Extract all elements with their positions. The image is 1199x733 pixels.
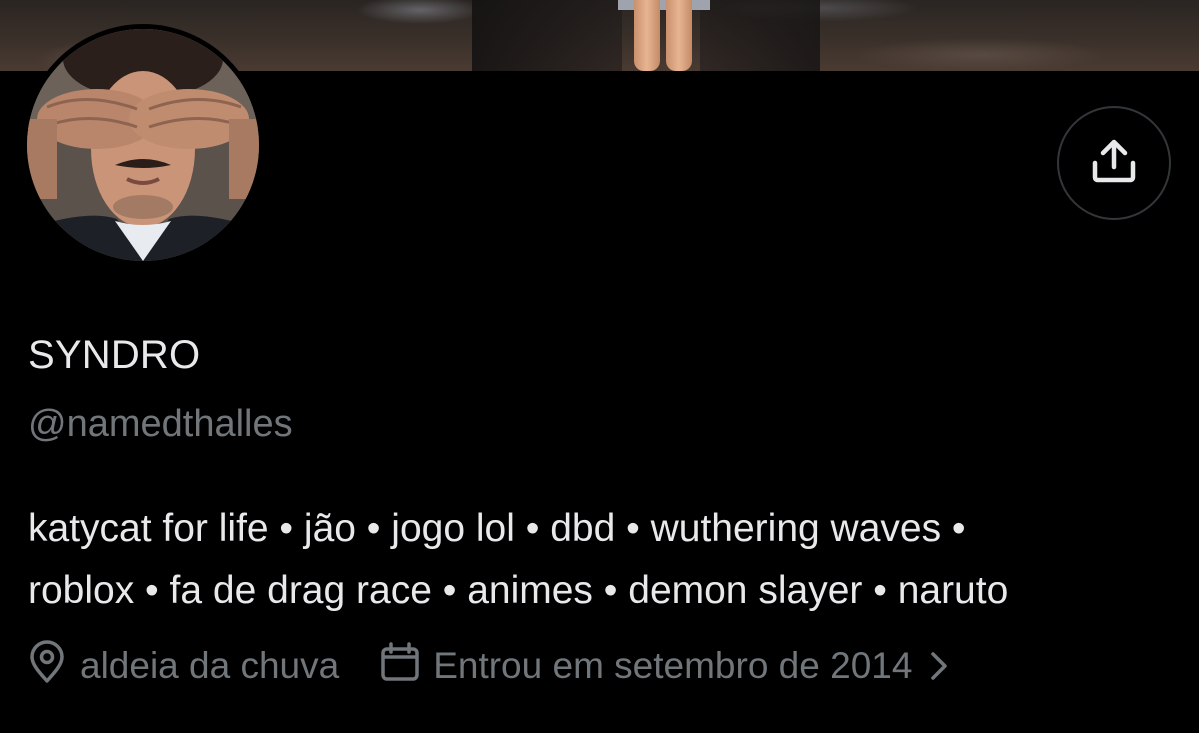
bio-line: roblox • fa de drag race • animes • demo… [28, 569, 1009, 612]
share-button[interactable] [1057, 106, 1171, 220]
user-handle: @namedthalles [28, 403, 293, 445]
share-upload-icon [1090, 137, 1138, 190]
banner-figure-right [700, 0, 820, 71]
chevron-right-icon [930, 651, 948, 681]
location-pin-icon [28, 639, 66, 693]
calendar-icon [379, 641, 421, 692]
profile-bio: katycat for life • jão • jogo lol • dbd … [28, 498, 1188, 622]
join-date-item[interactable]: Entrou em setembro de 2014 [379, 641, 948, 692]
display-name: SYNDRO [28, 333, 201, 377]
profile-meta: aldeia da chuva Entrou em setembro de 20… [28, 636, 948, 696]
bio-line: katycat for life • jão • jogo lol • dbd … [28, 507, 966, 550]
banner-figure-left [472, 0, 622, 71]
avatar-frame[interactable] [22, 24, 264, 266]
avatar[interactable] [27, 29, 259, 261]
join-date-text: Entrou em setembro de 2014 [433, 645, 913, 686]
banner-legs [630, 0, 698, 71]
location-item: aldeia da chuva [28, 639, 340, 693]
location-text: aldeia da chuva [80, 645, 340, 686]
